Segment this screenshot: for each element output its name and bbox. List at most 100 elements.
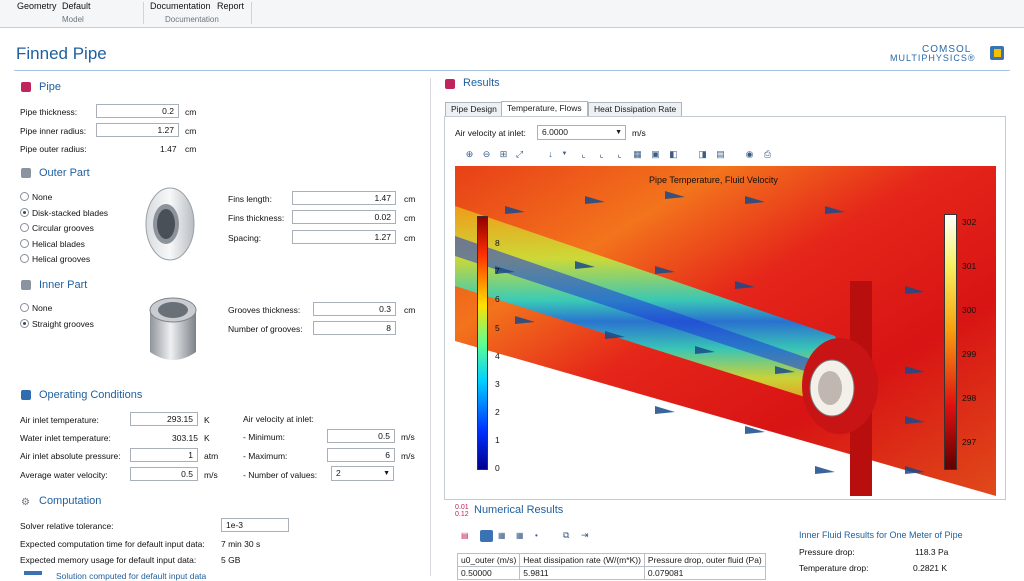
export-table-icon[interactable]: ⇥ bbox=[581, 530, 589, 541]
outer-none-label: None bbox=[32, 192, 53, 202]
copy-table-icon[interactable]: ⧉ bbox=[563, 530, 569, 541]
velocity-tick: 4 bbox=[495, 351, 500, 361]
inner-none-label: None bbox=[32, 303, 53, 313]
tab-heat-dissipation-rate[interactable]: Heat Dissipation Rate bbox=[588, 102, 683, 117]
camera-icon[interactable]: ◉ bbox=[744, 149, 755, 160]
format-icon[interactable]: ▦ bbox=[498, 531, 506, 540]
temperature-tick: 300 bbox=[962, 305, 977, 315]
spacing-unit: cm bbox=[404, 233, 416, 243]
pipe-thickness-input[interactable]: 0.2 bbox=[96, 104, 179, 118]
velocity-tick: 7 bbox=[495, 266, 500, 276]
grooves-thickness-input[interactable]: 0.3 bbox=[313, 302, 396, 316]
inner-straight-grooves-radio[interactable] bbox=[20, 319, 29, 328]
status-indicator bbox=[24, 571, 42, 575]
panel-divider bbox=[430, 78, 431, 576]
number-of-values-select[interactable]: 2 ▼ bbox=[331, 466, 394, 481]
axis-dropdown-icon[interactable]: ▼ bbox=[559, 149, 570, 160]
axis-icon[interactable]: ↓ bbox=[545, 149, 556, 160]
pipe-inner-radius-input[interactable]: 1.27 bbox=[96, 123, 179, 137]
render-icon[interactable]: ◨ bbox=[697, 149, 708, 160]
grooves-thickness-label: Grooves thickness: bbox=[228, 305, 301, 315]
wireframe-icon[interactable]: ▤ bbox=[715, 149, 726, 160]
pipe-section-icon bbox=[21, 82, 31, 92]
chevron-down-icon: ▼ bbox=[383, 470, 390, 477]
velocity-tick: 5 bbox=[495, 323, 500, 333]
ribbon-separator bbox=[143, 2, 144, 24]
view-zx-icon[interactable]: ⌞ bbox=[614, 149, 625, 160]
solver-tolerance-input[interactable]: 1e-3 bbox=[221, 518, 289, 532]
scene-light-icon[interactable]: ◧ bbox=[668, 149, 679, 160]
temperature-tick: 297 bbox=[962, 437, 977, 447]
temperature-color-legend bbox=[944, 214, 957, 470]
results-plot[interactable]: Pipe Temperature, Fluid Velocity 8 7 6 5… bbox=[455, 166, 996, 496]
table-header: Pressure drop, outer fluid (Pa) bbox=[643, 553, 766, 567]
numerical-results-icon: 0.01 0.12 bbox=[455, 504, 469, 518]
outer-disk-stacked-radio[interactable] bbox=[20, 208, 29, 217]
air-velocity-max-label: - Maximum: bbox=[243, 451, 288, 461]
geometry-button[interactable]: Geometry bbox=[17, 1, 57, 11]
number-of-values-label: - Number of values: bbox=[243, 470, 318, 480]
velocity-tick: 3 bbox=[495, 379, 500, 389]
fins-thickness-input[interactable]: 0.02 bbox=[292, 210, 396, 224]
precision-icon[interactable]: ▦ bbox=[516, 531, 524, 540]
air-velocity-min-input[interactable]: 0.5 bbox=[327, 429, 395, 443]
computation-time-label: Expected computation time for default in… bbox=[20, 539, 205, 549]
zoom-in-icon[interactable]: ⊕ bbox=[464, 149, 475, 160]
air-inlet-temperature-input[interactable]: 293.15 bbox=[130, 412, 198, 426]
table-row: 0.50000 5.9811 0.079081 bbox=[456, 566, 766, 580]
number-of-grooves-label: Number of grooves: bbox=[228, 324, 303, 334]
outer-circular-grooves-radio[interactable] bbox=[20, 223, 29, 232]
grooves-thickness-unit: cm bbox=[404, 305, 416, 315]
zoom-out-icon[interactable]: ⊖ bbox=[481, 149, 492, 160]
air-velocity-select[interactable]: 6.0000 ▼ bbox=[537, 125, 626, 140]
outer-helical-blades-radio[interactable] bbox=[20, 239, 29, 248]
air-velocity-unit: m/s bbox=[632, 128, 646, 138]
table-cell: 0.50000 bbox=[456, 566, 521, 580]
velocity-tick: 0 bbox=[495, 463, 500, 473]
table-header: u0_outer (m/s) bbox=[456, 553, 521, 567]
spacing-input[interactable]: 1.27 bbox=[292, 230, 396, 244]
air-velocity-selected: 6.0000 bbox=[542, 127, 568, 137]
air-velocity-min-unit: m/s bbox=[401, 432, 415, 442]
velocity-tick: 2 bbox=[495, 407, 500, 417]
temperature-drop-value: 0.2821 K bbox=[913, 563, 948, 573]
outer-helical-grooves-radio[interactable] bbox=[20, 254, 29, 263]
tab-pipe-design[interactable]: Pipe Design bbox=[445, 102, 503, 117]
operating-conditions-section-icon bbox=[21, 390, 31, 400]
inner-straight-grooves-label: Straight grooves bbox=[32, 319, 94, 329]
report-button[interactable]: Report bbox=[217, 1, 244, 11]
number-of-grooves-input[interactable]: 8 bbox=[313, 321, 396, 335]
view-yz-icon[interactable]: ⌞ bbox=[596, 149, 607, 160]
documentation-button[interactable]: Documentation bbox=[150, 1, 211, 11]
evaluate-icon[interactable]: ▤ bbox=[461, 531, 469, 540]
air-inlet-temperature-label: Air inlet temperature: bbox=[20, 415, 99, 425]
comsol-logo-icon bbox=[990, 46, 1004, 60]
grid-icon[interactable]: ▦ bbox=[632, 149, 643, 160]
status-text: Solution computed for default input data bbox=[56, 571, 207, 581]
air-velocity-max-input[interactable]: 6 bbox=[327, 448, 395, 462]
air-inlet-pressure-label: Air inlet absolute pressure: bbox=[20, 451, 121, 461]
average-water-velocity-input[interactable]: 0.5 bbox=[130, 467, 198, 481]
default-button[interactable]: Default bbox=[62, 1, 91, 11]
inner-part-section-icon bbox=[21, 280, 31, 290]
view-xy-icon[interactable]: ⌞ bbox=[578, 149, 589, 160]
water-inlet-temperature-label: Water inlet temperature: bbox=[20, 433, 111, 443]
zoom-extents-icon[interactable]: ⤢ bbox=[514, 149, 525, 160]
tab-temperature-flows[interactable]: Temperature, Flows bbox=[501, 101, 588, 117]
print-icon[interactable]: ⎙ bbox=[762, 149, 773, 160]
fins-length-input[interactable]: 1.47 bbox=[292, 191, 396, 205]
pressure-drop-value: 118.3 Pa bbox=[915, 547, 949, 557]
transparency-icon[interactable]: ▣ bbox=[650, 149, 661, 160]
auto-icon[interactable] bbox=[480, 530, 493, 542]
outer-none-radio[interactable] bbox=[20, 192, 29, 201]
computation-heading: Computation bbox=[39, 495, 102, 507]
temperature-tick: 301 bbox=[962, 261, 977, 271]
fins-thickness-unit: cm bbox=[404, 213, 416, 223]
inner-none-radio[interactable] bbox=[20, 303, 29, 312]
decimal-icon[interactable]: • bbox=[535, 531, 538, 540]
water-inlet-temperature-unit: K bbox=[204, 433, 210, 443]
air-inlet-pressure-input[interactable]: 1 bbox=[130, 448, 198, 462]
outer-helical-grooves-label: Helical grooves bbox=[32, 254, 91, 264]
zoom-box-icon[interactable]: ⊞ bbox=[498, 149, 509, 160]
results-heading: Results bbox=[463, 77, 500, 89]
